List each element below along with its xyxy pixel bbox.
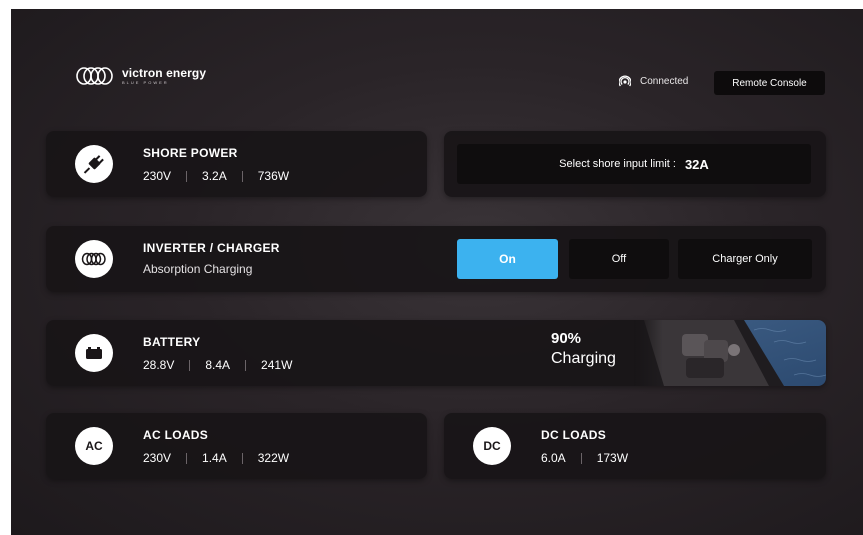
separator <box>241 170 243 182</box>
separator <box>241 452 243 464</box>
ac-loads-title: AC LOADS <box>143 428 209 442</box>
ac-loads-metrics: 230V 1.4A 322W <box>143 451 289 465</box>
ac-power: 322W <box>257 451 290 465</box>
shore-power-metrics: 230V 3.2A 736W <box>143 169 289 183</box>
separator <box>580 452 582 464</box>
battery-current: 8.4A <box>205 358 231 372</box>
victron-logo-icon <box>76 67 113 85</box>
shore-power-title: SHORE POWER <box>143 146 238 160</box>
ac-icon: AC <box>75 427 113 465</box>
brand-name: victron energy <box>122 66 207 80</box>
boat-photo <box>634 320 826 386</box>
battery-state: Charging <box>551 350 616 367</box>
ac-icon-label: AC <box>85 439 103 453</box>
dc-power: 173W <box>596 451 629 465</box>
ac-current: 1.4A <box>202 451 227 465</box>
inverter-charger-card: INVERTER / CHARGER Absorption Charging O… <box>46 226 826 292</box>
ac-voltage: 230V <box>143 451 172 465</box>
wifi-signal-icon <box>619 75 631 87</box>
victron-inverter-icon <box>75 240 113 278</box>
shore-current: 3.2A <box>202 169 227 183</box>
shore-limit-value: 32A <box>684 156 709 172</box>
victron-logo: victron energy BLUE POWER <box>75 65 206 87</box>
battery-metrics: 28.8V 8.4A 241W <box>143 358 292 372</box>
battery-card[interactable]: BATTERY 28.8V 8.4A 241W 90% Charging <box>46 320 826 386</box>
battery-voltage: 28.8V <box>143 358 175 372</box>
battery-power: 241W <box>261 358 293 372</box>
dc-loads-card[interactable]: DC DC LOADS 6.0A 173W <box>444 413 826 479</box>
dc-current: 6.0A <box>541 451 566 465</box>
shore-input-limit-selector[interactable]: Select shore input limit : 32A <box>457 144 811 184</box>
mode-charger-only-button[interactable]: Charger Only <box>678 239 812 279</box>
dashboard-screen: victron energy BLUE POWER Connected Remo… <box>11 9 863 535</box>
connection-status-label: Connected <box>640 75 689 87</box>
battery-title: BATTERY <box>143 335 201 349</box>
inverter-title: INVERTER / CHARGER <box>143 241 280 255</box>
battery-percent: 90% <box>551 330 582 347</box>
mode-on-button[interactable]: On <box>457 239 558 279</box>
separator <box>186 170 188 182</box>
remote-console-button[interactable]: Remote Console <box>714 71 825 95</box>
ac-loads-card[interactable]: AC AC LOADS 230V 1.4A 322W <box>46 413 427 479</box>
shore-power: 736W <box>257 169 290 183</box>
inverter-status: Absorption Charging <box>143 262 253 276</box>
shore-power-card[interactable]: SHORE POWER 230V 3.2A 736W <box>46 131 427 197</box>
dc-loads-metrics: 6.0A 173W <box>541 451 628 465</box>
separator <box>245 359 247 371</box>
dc-icon-label: DC <box>483 439 501 453</box>
connection-status: Connected <box>619 75 688 87</box>
shore-limit-card: Select shore input limit : 32A <box>444 131 826 197</box>
dc-icon: DC <box>473 427 511 465</box>
mode-off-button[interactable]: Off <box>569 239 669 279</box>
battery-icon <box>75 334 113 372</box>
plug-icon <box>75 145 113 183</box>
separator <box>186 452 188 464</box>
separator <box>189 359 191 371</box>
shore-voltage: 230V <box>143 169 172 183</box>
dc-loads-title: DC LOADS <box>541 428 607 442</box>
shore-limit-label: Select shore input limit : <box>559 158 676 170</box>
brand-tagline: BLUE POWER <box>122 80 169 85</box>
